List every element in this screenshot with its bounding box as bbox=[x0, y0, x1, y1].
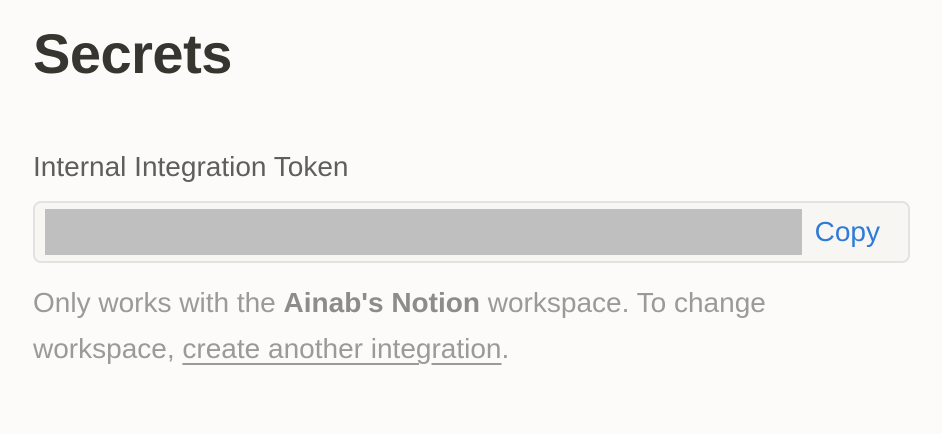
copy-button[interactable]: Copy bbox=[815, 203, 880, 261]
page-title: Secrets bbox=[33, 22, 232, 85]
token-label: Internal Integration Token bbox=[33, 151, 349, 182]
workspace-name: Ainab's Notion bbox=[283, 287, 480, 318]
help-prefix: Only works with the bbox=[33, 287, 284, 318]
create-integration-link[interactable]: create another integration bbox=[182, 333, 501, 364]
token-field: Copy bbox=[33, 201, 910, 263]
workspace-help-text: Only works with the Ainab's Notion works… bbox=[33, 280, 893, 372]
help-suffix: . bbox=[501, 333, 510, 364]
masked-token-value bbox=[45, 209, 802, 255]
